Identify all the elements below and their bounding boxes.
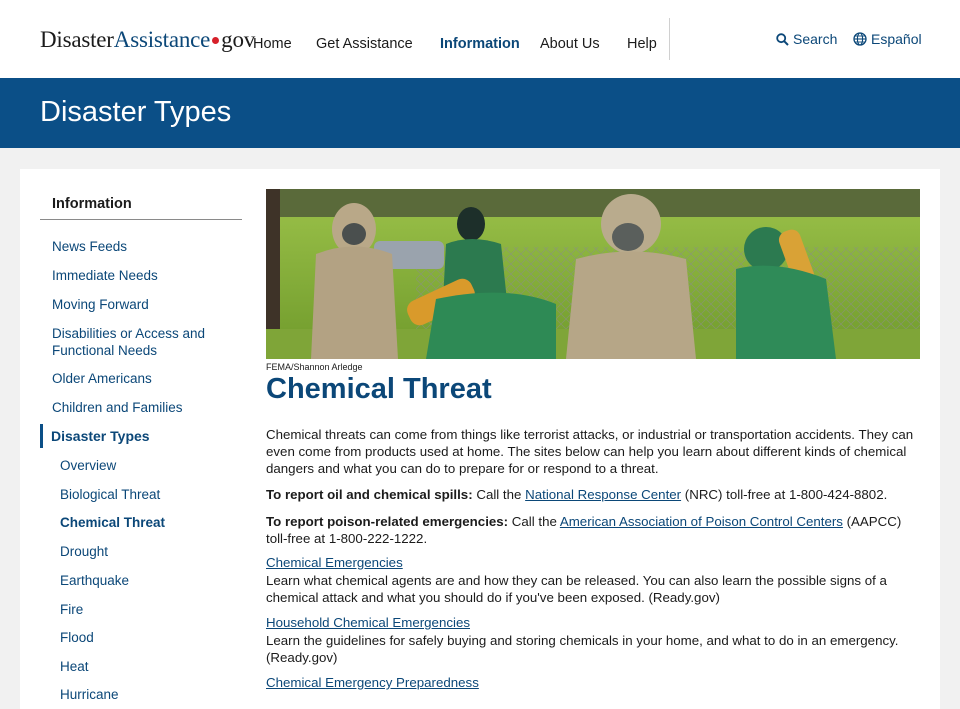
language-label: Español (871, 31, 922, 47)
sidebar-subitem-fire[interactable]: Fire (60, 601, 240, 618)
oil-spill-label: To report oil and chemical spills: (266, 487, 473, 502)
sidebar-item-children-families[interactable]: Children and Families (52, 399, 232, 416)
nav-home[interactable]: Home (253, 36, 292, 52)
resource-link-chemical-emergencies[interactable]: Chemical Emergencies (266, 555, 403, 570)
sidebar-item-disabilities[interactable]: Disabilities or Access and Functional Ne… (52, 325, 222, 359)
intro-paragraph: Chemical threats can come from things li… (266, 427, 914, 476)
sidebar-subitem-chemical-threat[interactable]: Chemical Threat (60, 514, 240, 531)
site-logo[interactable]: DisasterAssistance gov (40, 27, 255, 53)
sidebar-item-moving-forward[interactable]: Moving Forward (52, 296, 232, 313)
sidebar-item-older-americans[interactable]: Older Americans (52, 370, 232, 387)
sidebar-subitem-drought[interactable]: Drought (60, 543, 240, 560)
link-national-response-center[interactable]: National Response Center (525, 487, 681, 502)
logo-text-assistance: Assistance (113, 27, 211, 52)
poison-pre: Call the (508, 514, 560, 529)
sidebar-subitem-earthquake[interactable]: Earthquake (60, 572, 240, 589)
page-banner: Disaster Types (0, 78, 960, 148)
globe-icon (853, 32, 867, 46)
language-toggle[interactable]: Español (853, 31, 922, 47)
sidebar-item-immediate-needs[interactable]: Immediate Needs (52, 267, 232, 284)
nav-about-us[interactable]: About Us (540, 36, 600, 52)
sidebar-subitem-heat[interactable]: Heat (60, 658, 240, 675)
sidebar-subitem-overview[interactable]: Overview (60, 457, 240, 474)
logo-dot-icon (212, 37, 220, 45)
sidebar-subitem-biological-threat[interactable]: Biological Threat (60, 486, 240, 503)
sidebar-item-disaster-types[interactable]: Disaster Types (51, 428, 231, 445)
search-label: Search (793, 31, 838, 47)
poison-label: To report poison-related emergencies: (266, 514, 509, 529)
page-title: Chemical Threat (266, 373, 492, 405)
photo-credit: FEMA/Shannon Arledge (266, 362, 363, 372)
logo-text-disaster: Disaster (40, 27, 114, 52)
sidebar-active-indicator (40, 424, 43, 448)
resource-link-household-chemical[interactable]: Household Chemical Emergencies (266, 615, 470, 630)
site-header: DisasterAssistance gov Home Get Assistanc… (0, 0, 960, 78)
resource-desc-household-chemical: Learn the guidelines for safely buying a… (266, 633, 899, 665)
search-icon (776, 32, 789, 46)
sidebar-subitem-flood[interactable]: Flood (60, 629, 240, 646)
poison-report: To report poison-related emergencies: Ca… (266, 513, 920, 547)
sidebar-item-news-feeds[interactable]: News Feeds (52, 238, 232, 255)
sidebar-heading: Information (52, 196, 132, 212)
resource-desc-chemical-emergencies: Learn what chemical agents are and how t… (266, 573, 887, 605)
nav-get-assistance[interactable]: Get Assistance (316, 36, 413, 52)
hazmat-team-photo (266, 189, 920, 359)
logo-text-gov: gov (221, 27, 256, 52)
nav-divider (669, 18, 670, 60)
resource-link-chemical-preparedness[interactable]: Chemical Emergency Preparedness (266, 675, 479, 690)
search-link[interactable]: Search (776, 31, 837, 47)
nav-help[interactable]: Help (627, 36, 657, 52)
link-aapcc[interactable]: American Association of Poison Control C… (560, 514, 843, 529)
banner-title: Disaster Types (40, 96, 232, 128)
hero-photo (266, 189, 920, 359)
sidebar-divider (40, 219, 242, 220)
oil-spill-post: (NRC) toll-free at 1-800-424-8802. (681, 487, 888, 502)
oil-spill-report: To report oil and chemical spills: Call … (266, 486, 920, 503)
nav-information[interactable]: Information (440, 36, 520, 52)
oil-spill-pre: Call the (472, 487, 526, 502)
